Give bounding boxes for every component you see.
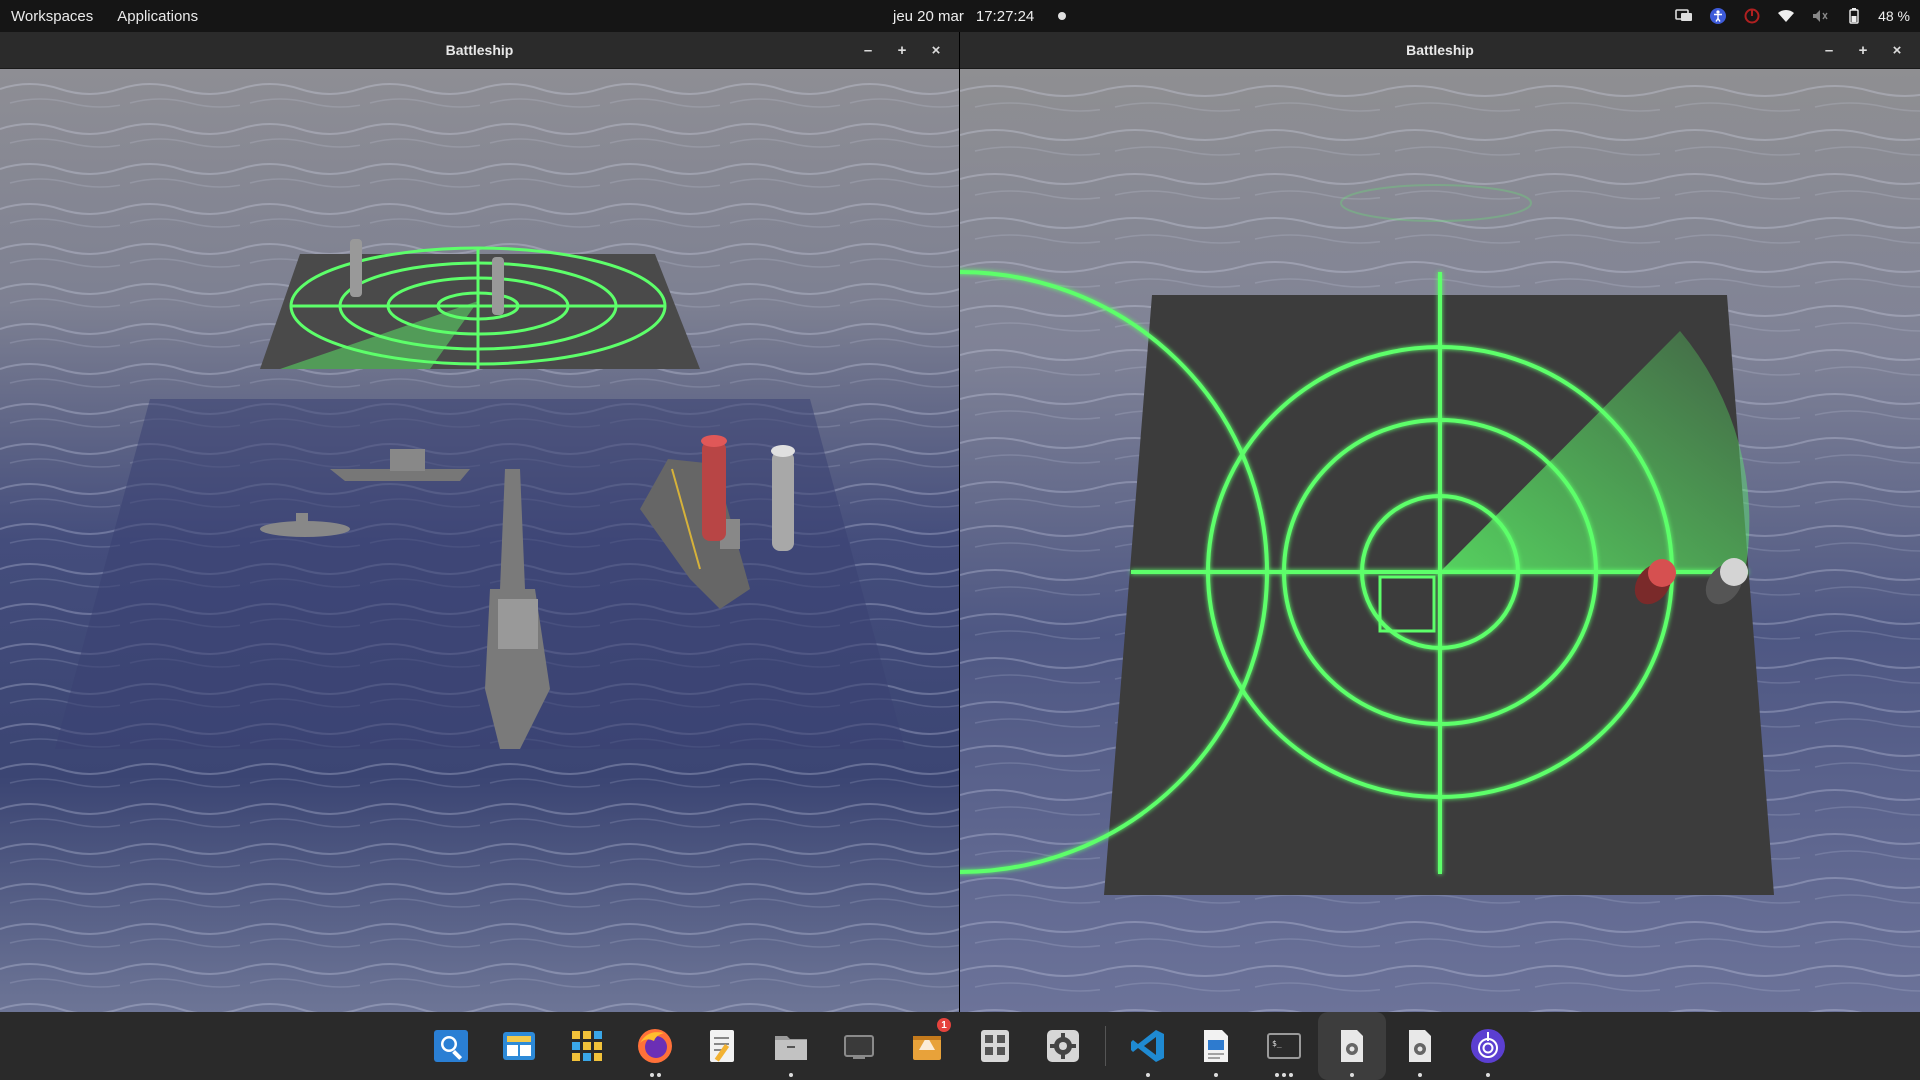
- onion-icon: [1471, 1029, 1505, 1063]
- vscode-icon: [1131, 1030, 1164, 1062]
- battleship-window-left: Battleship – + ×: [0, 32, 959, 1012]
- dock-app-workspaces[interactable]: [485, 1012, 553, 1080]
- workspaces-menu[interactable]: Workspaces: [11, 8, 93, 25]
- clock[interactable]: jeu 20 mar 17:27:24: [893, 0, 1067, 32]
- dock-app-terminal[interactable]: $_: [1250, 1012, 1318, 1080]
- window-titlebar[interactable]: Battleship – + ×: [0, 32, 959, 69]
- system-tray: 48 %: [1674, 0, 1910, 32]
- dock-app-calculator[interactable]: [961, 1012, 1029, 1080]
- folder-icon: [775, 1036, 807, 1060]
- terminal-icon: $_: [1267, 1033, 1301, 1059]
- battery-icon[interactable]: [1844, 6, 1864, 26]
- dock-app-settings[interactable]: [1029, 1012, 1097, 1080]
- red-peg: [701, 435, 727, 541]
- top-panel: Workspaces Applications jeu 20 mar 17:27…: [0, 0, 1920, 32]
- package-icon: [913, 1036, 941, 1060]
- notification-badge: 1: [937, 1018, 951, 1032]
- dock-app-document-viewer[interactable]: [1182, 1012, 1250, 1080]
- maximize-button[interactable]: +: [1854, 41, 1872, 59]
- dock-app-firefox[interactable]: [621, 1012, 689, 1080]
- app-grid-icon: [572, 1031, 602, 1061]
- window-title: Battleship: [445, 42, 514, 58]
- dock-app-vscode[interactable]: [1114, 1012, 1182, 1080]
- screens-icon[interactable]: [1674, 6, 1694, 26]
- dock-app-software-updater[interactable]: 1: [893, 1012, 961, 1080]
- recording-icon[interactable]: [1742, 6, 1762, 26]
- wifi-icon[interactable]: [1776, 6, 1796, 26]
- calculator-icon: [981, 1030, 1009, 1062]
- game-viewport-fleet[interactable]: [0, 69, 959, 1012]
- time-label: 17:27:24: [975, 7, 1035, 25]
- text-editor-icon: [710, 1030, 734, 1062]
- white-peg: [771, 445, 795, 551]
- notification-dot-icon: [1058, 12, 1067, 20]
- dock-apps: 1 $_: [417, 1012, 1522, 1080]
- close-button[interactable]: ×: [1888, 41, 1906, 59]
- close-button[interactable]: ×: [927, 41, 945, 59]
- minimize-button[interactable]: –: [1820, 41, 1838, 59]
- accessibility-icon[interactable]: [1708, 6, 1728, 26]
- search-app-icon: [434, 1030, 468, 1062]
- screen-icon: [844, 1035, 874, 1059]
- battery-percentage: 48 %: [1878, 8, 1910, 24]
- dock-app-battleship-2[interactable]: [1386, 1012, 1454, 1080]
- game-viewport-radar[interactable]: [960, 69, 1920, 1012]
- dock-separator: [1105, 1026, 1106, 1066]
- dock-app-tor-browser[interactable]: [1454, 1012, 1522, 1080]
- date-label: jeu 20 mar: [893, 7, 964, 25]
- dock-app-files[interactable]: [757, 1012, 825, 1080]
- dock-app-battleship-1[interactable]: [1318, 1012, 1386, 1080]
- battleship-window-right: Battleship – + ×: [960, 32, 1920, 1012]
- firefox-icon: [638, 1029, 672, 1063]
- dock-app-search[interactable]: [417, 1012, 485, 1080]
- minimize-button[interactable]: –: [859, 41, 877, 59]
- executable-gear-icon: [1409, 1030, 1431, 1062]
- dock-app-text-editor[interactable]: [689, 1012, 757, 1080]
- window-title: Battleship: [1406, 42, 1474, 58]
- applications-menu[interactable]: Applications: [117, 8, 198, 25]
- dock-app-launcher[interactable]: [553, 1012, 621, 1080]
- svg-text:$_: $_: [1272, 1039, 1282, 1048]
- workspaces-app-icon: [503, 1032, 535, 1060]
- window-titlebar[interactable]: Battleship – + ×: [960, 32, 1920, 69]
- dock-app-screenshot[interactable]: [825, 1012, 893, 1080]
- executable-gear-icon: [1341, 1030, 1363, 1062]
- volume-muted-icon[interactable]: [1810, 6, 1830, 26]
- tracking-radar-board: [260, 246, 700, 369]
- document-icon: [1204, 1030, 1228, 1062]
- gear-icon: [1047, 1030, 1079, 1062]
- maximize-button[interactable]: +: [893, 41, 911, 59]
- dock: 1 $_: [0, 1012, 1920, 1080]
